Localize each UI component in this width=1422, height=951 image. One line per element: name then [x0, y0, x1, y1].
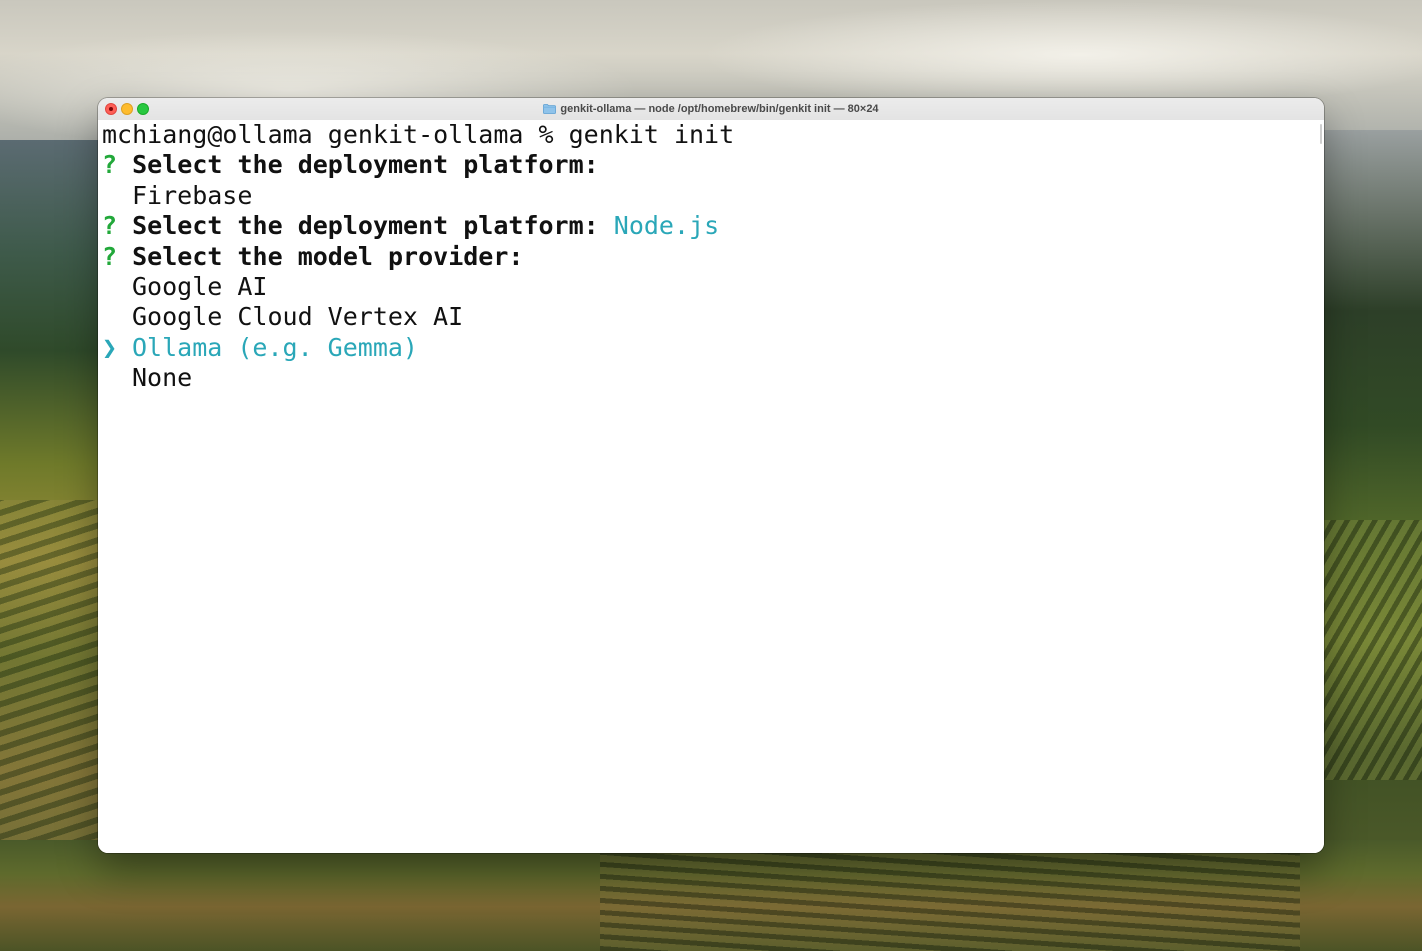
question-text: Select the deployment platform: [132, 150, 599, 180]
question-text: Select the model provider: [132, 241, 524, 271]
command-line: mchiang@ollama genkit-ollama % genkit in… [102, 120, 735, 149]
question-answer: Node.js [613, 211, 720, 241]
question-text: Select the deployment platform: [132, 211, 599, 241]
window-title-text: genkit-ollama — node /opt/homebrew/bin/g… [560, 103, 879, 115]
title-bar[interactable]: genkit-ollama — node /opt/homebrew/bin/g… [98, 98, 1324, 121]
terminal-output: mchiang@ollama genkit-ollama % genkit in… [102, 120, 734, 394]
question-marker: ? [102, 150, 118, 180]
question-marker: ? [102, 241, 118, 271]
scrollbar[interactable] [1320, 124, 1322, 144]
menu-option-google-ai[interactable]: Google AI [102, 272, 734, 302]
question-marker: ? [102, 211, 118, 241]
option-label: Google AI [132, 271, 268, 301]
window-title: genkit-ollama — node /opt/homebrew/bin/g… [98, 98, 1324, 120]
list-item: Firebase [102, 181, 734, 211]
prompt-question: ? Select the deployment platform: [102, 150, 734, 180]
terminal-content[interactable]: mchiang@ollama genkit-ollama % genkit in… [98, 120, 1324, 853]
option-label: Ollama (e.g. Gemma) [132, 332, 418, 362]
folder-icon [543, 104, 557, 114]
menu-option-vertex-ai[interactable]: Google Cloud Vertex AI [102, 302, 734, 332]
prompt-question: ? Select the model provider: [102, 242, 734, 272]
wallpaper-vineyard-bottom [600, 850, 1300, 951]
prompt-question-answered: ? Select the deployment platform: Node.j… [102, 211, 734, 241]
option-label: None [132, 363, 193, 393]
menu-option-ollama-selected[interactable]: ❯ Ollama (e.g. Gemma) [102, 333, 734, 363]
option-label: Google Cloud Vertex AI [132, 302, 464, 332]
wallpaper-vineyard-right [1320, 520, 1422, 780]
wallpaper-cloud [700, 0, 1422, 110]
menu-option-none[interactable]: None [102, 363, 734, 393]
pointer-icon: ❯ [102, 332, 118, 362]
terminal-window[interactable]: genkit-ollama — node /opt/homebrew/bin/g… [98, 98, 1324, 853]
option-label: Firebase [132, 180, 253, 210]
